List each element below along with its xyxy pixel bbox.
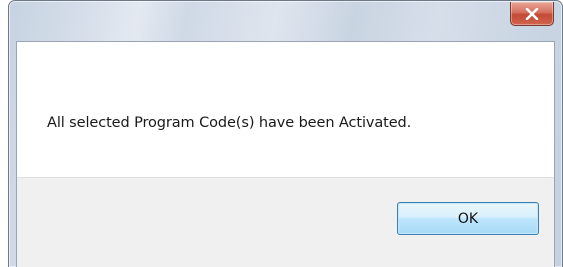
title-bar[interactable] <box>9 1 562 41</box>
dialog-content: All selected Program Code(s) have been A… <box>17 42 554 177</box>
ok-button[interactable]: OK <box>397 202 539 235</box>
close-button[interactable] <box>510 2 554 26</box>
dialog-client-area: All selected Program Code(s) have been A… <box>16 41 555 267</box>
dialog-footer: OK <box>17 177 554 267</box>
message-dialog-window: All selected Program Code(s) have been A… <box>8 0 563 267</box>
close-icon <box>525 7 539 20</box>
dialog-message: All selected Program Code(s) have been A… <box>47 115 412 131</box>
